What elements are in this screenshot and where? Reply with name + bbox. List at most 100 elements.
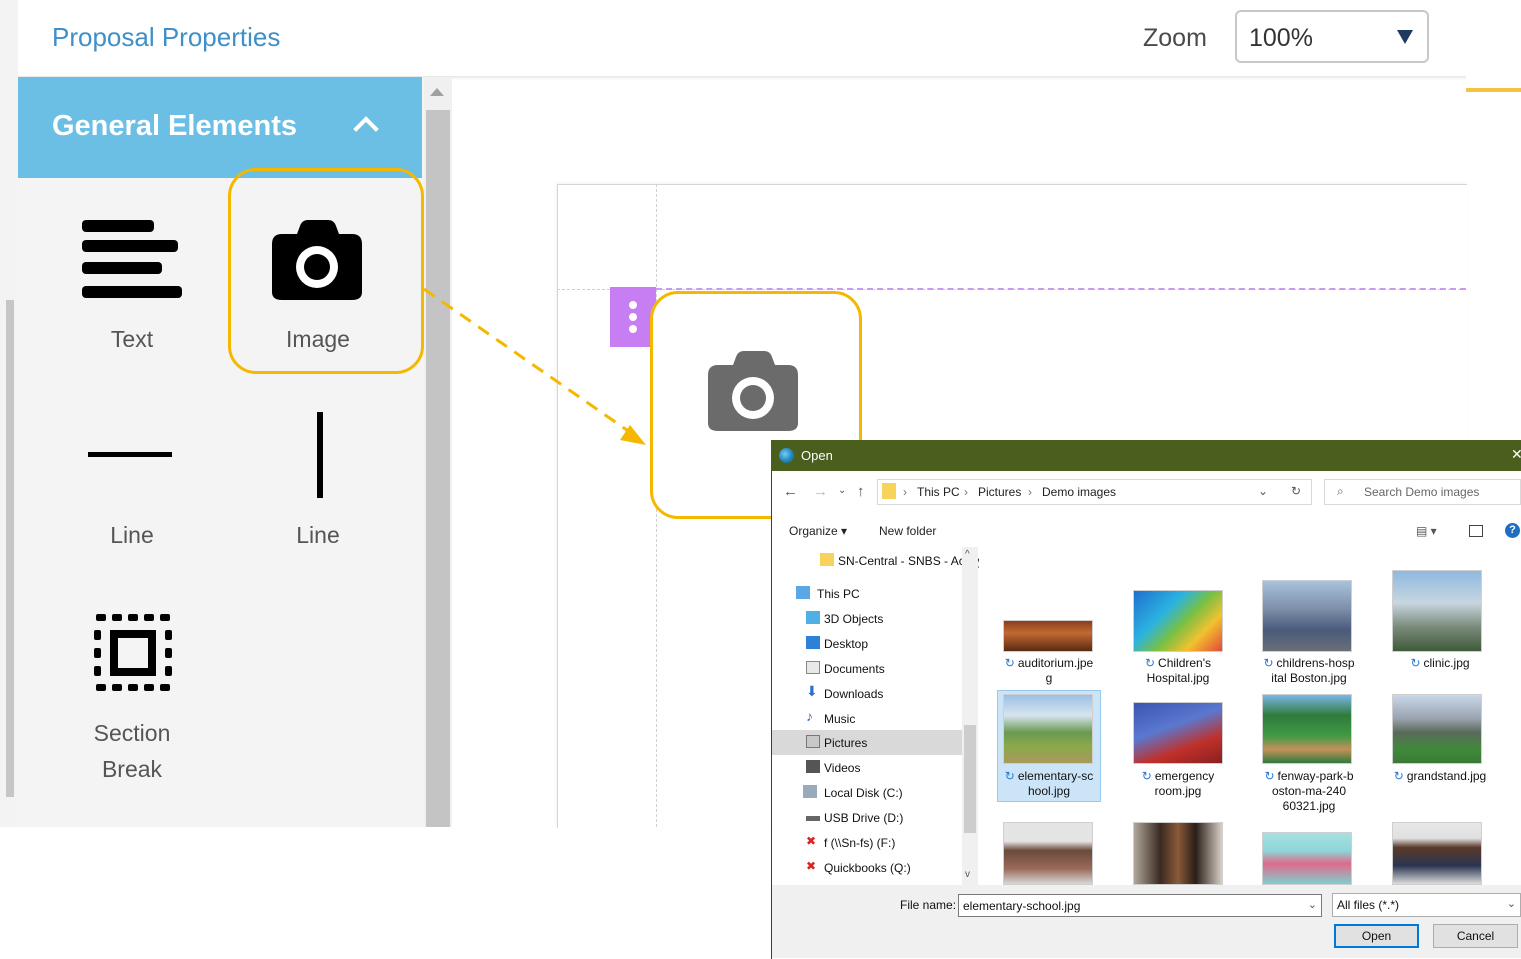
nav-item-music[interactable]: ♪ Music	[772, 706, 962, 731]
vertical-line-element-label: Line	[296, 522, 340, 548]
nav-item-usb-drive[interactable]: USB Drive (D:)	[772, 805, 962, 830]
nav-item-quickbooks[interactable]: ✖ Quickbooks (Q:)	[772, 855, 962, 880]
cancel-button[interactable]: Cancel	[1433, 924, 1518, 948]
refresh-icon[interactable]: ↻	[1291, 484, 1301, 498]
back-arrow-icon[interactable]: ←	[783, 483, 798, 500]
nav-scrollbar[interactable]	[962, 547, 978, 885]
address-bar[interactable]: › This PC › Pictures › Demo images ⌄ ↻	[877, 479, 1312, 505]
panel-scroll-thumb[interactable]	[426, 110, 450, 827]
organize-button[interactable]: Organize ▾	[789, 524, 847, 538]
nav-scroll-thumb[interactable]	[964, 725, 976, 833]
file-name-input[interactable]: elementary-school.jpg ⌄	[958, 894, 1322, 917]
scroll-down-icon[interactable]: v	[965, 869, 970, 880]
recent-locations-icon[interactable]: ⌄	[838, 485, 846, 496]
nav-item-videos[interactable]: Videos	[772, 755, 962, 780]
zoom-label: Zoom	[1143, 24, 1207, 52]
close-icon[interactable]: ✕	[1511, 446, 1521, 463]
text-element[interactable]	[82, 218, 184, 302]
desktop-icon	[806, 636, 820, 649]
nav-item-downloads[interactable]: ⬇ Downloads	[772, 681, 962, 706]
file-label-childrens-hospital-boston[interactable]: ↻ childrens-hosp ital Boston.jpg	[1254, 656, 1364, 686]
new-folder-button[interactable]: New folder	[879, 524, 936, 538]
left-edge-scrollbar[interactable]	[6, 300, 14, 797]
edge-browser-icon	[779, 448, 794, 463]
nav-item-documents[interactable]: Documents	[772, 656, 962, 681]
text-lines-icon	[82, 220, 182, 298]
search-icon: ⌕	[1337, 484, 1344, 498]
video-icon	[806, 760, 820, 773]
help-icon[interactable]: ?	[1505, 523, 1520, 538]
file-label-fenway-park[interactable]: ↻ fenway-park-b oston-ma-240 60321.jpg	[1254, 769, 1364, 814]
accent-line	[1466, 88, 1521, 92]
chevron-down-icon[interactable]: ⌄	[1308, 898, 1317, 911]
file-label-childrens-hospital[interactable]: ↻ Children's Hospital.jpg	[1123, 656, 1233, 686]
zoom-select[interactable]: 100%	[1235, 10, 1429, 63]
grandstand-thumbnail[interactable]	[1392, 694, 1482, 764]
nav-item-3d-objects[interactable]: 3D Objects	[772, 606, 962, 631]
section-element-label: Section	[93, 720, 171, 746]
page-title: Proposal Properties	[52, 22, 281, 52]
portrait-thumbnail[interactable]	[1003, 822, 1093, 885]
emergency-room-thumbnail[interactable]	[1133, 702, 1223, 764]
nav-item-desktop[interactable]: Desktop	[772, 631, 962, 656]
up-arrow-icon[interactable]: ↑	[857, 483, 865, 500]
disconnected-drive-icon: ✖	[806, 834, 817, 848]
childrens-hospital-thumbnail[interactable]	[1133, 590, 1223, 652]
breadcrumb-demo-images[interactable]: Demo images	[1042, 485, 1116, 499]
search-input[interactable]: ⌕ Search Demo images	[1324, 479, 1521, 505]
chevron-down-icon[interactable]: ⌄	[1258, 484, 1268, 498]
cube-icon	[806, 611, 820, 624]
computer-icon	[796, 586, 810, 599]
file-label-clinic[interactable]: ↻ clinic.jpg	[1385, 656, 1495, 671]
zoom-value: 100%	[1249, 24, 1313, 52]
usb-drive-icon	[806, 816, 820, 821]
portrait-thumbnail[interactable]	[1392, 822, 1482, 885]
vertical-line-icon[interactable]	[317, 412, 323, 498]
elementary-school-thumbnail[interactable]	[1003, 694, 1093, 764]
nav-item-network-f[interactable]: ✖ f (\\Sn-fs) (F:)	[772, 830, 962, 855]
view-options-icon[interactable]: ▤ ▾	[1416, 524, 1437, 538]
auditorium-thumbnail[interactable]	[1003, 620, 1093, 652]
breadcrumb-this-pc[interactable]: This PC	[917, 485, 960, 499]
nav-item-this-pc[interactable]: This PC	[772, 581, 962, 606]
breadcrumb-pictures[interactable]: Pictures	[978, 485, 1021, 499]
portrait-thumbnail[interactable]	[1133, 822, 1223, 885]
hard-drive-icon	[803, 785, 817, 798]
scroll-up-arrow-icon[interactable]	[430, 88, 444, 96]
scroll-up-icon[interactable]: ^	[965, 549, 970, 560]
file-name-value: elementary-school.jpg	[963, 899, 1081, 913]
nav-item-sn-central[interactable]: SN-Central - SNBS - Acuity	[772, 548, 983, 573]
fenway-park-thumbnail[interactable]	[1262, 694, 1352, 764]
file-label-emergency-room[interactable]: ↻ emergency room.jpg	[1123, 769, 1233, 799]
open-button[interactable]: Open	[1334, 924, 1419, 948]
file-label-elementary-school[interactable]: ↻ elementary-sc hool.jpg	[994, 769, 1104, 799]
line-element-label: Line	[110, 522, 154, 548]
file-label-grandstand[interactable]: ↻ grandstand.jpg	[1385, 769, 1495, 784]
clinic-thumbnail[interactable]	[1392, 570, 1482, 652]
childrens-hospital-boston-thumbnail[interactable]	[1262, 580, 1352, 652]
sync-icon: ↻	[1410, 656, 1421, 670]
preview-pane-icon[interactable]	[1469, 525, 1483, 537]
forward-arrow-icon[interactable]: →	[813, 483, 828, 500]
camera-icon	[708, 351, 798, 431]
section-break-element[interactable]	[94, 614, 174, 694]
file-type-select[interactable]: All files (*.*) ⌄	[1332, 893, 1521, 917]
dialog-titlebar[interactable]	[771, 440, 1521, 471]
search-placeholder: Search Demo images	[1364, 485, 1480, 499]
folder-icon	[820, 553, 834, 566]
file-label-auditorium[interactable]: ↻ auditorium.jpe g	[994, 656, 1104, 686]
sync-icon: ↻	[1144, 656, 1156, 670]
nav-item-local-disk[interactable]: Local Disk (C:)	[772, 780, 962, 805]
portrait-thumbnail[interactable]	[1262, 832, 1352, 885]
navigation-pane: SN-Central - SNBS - Acuity This PC 3D Ob…	[772, 547, 983, 885]
organize-label: Organize	[789, 524, 838, 538]
nav-item-pictures[interactable]: Pictures	[772, 730, 962, 755]
horizontal-line-icon[interactable]	[88, 452, 172, 457]
sync-icon: ↻	[1004, 656, 1015, 670]
folder-icon	[882, 483, 896, 499]
drag-arrow	[423, 287, 646, 445]
file-name-label: File name:	[900, 898, 957, 912]
pictures-icon	[806, 735, 820, 748]
sync-icon: ↻	[1393, 769, 1404, 783]
text-element-label: Text	[110, 326, 154, 352]
